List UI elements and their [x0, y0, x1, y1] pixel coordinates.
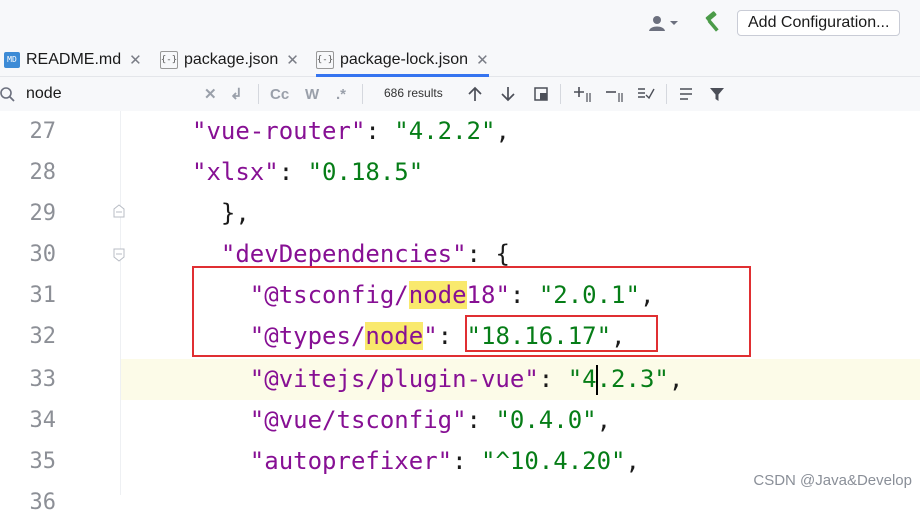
code-line: 27 "vue-router": "4.2.2", [0, 111, 920, 152]
code-editor[interactable]: 27 "vue-router": "4.2.2", 28 "xlsx": "0.… [0, 111, 920, 515]
close-icon[interactable]: ✕ [286, 51, 299, 69]
json-key: "@vitejs/plugin-vue" [192, 365, 539, 393]
line-number: 28 [29, 160, 57, 185]
divider [362, 84, 363, 104]
code-line-current: 33 "@vitejs/plugin-vue": "4.2.3", [0, 359, 920, 400]
user-icon [649, 16, 665, 31]
close-icon[interactable]: ✕ [476, 51, 489, 69]
fold-marker-icon[interactable] [111, 247, 127, 263]
fold-marker-icon[interactable] [111, 203, 127, 219]
filter-options-icon[interactable] [678, 85, 698, 103]
search-input[interactable] [26, 81, 252, 107]
json-value: .2.3" [596, 365, 669, 393]
add-occurrence-icon[interactable] [572, 85, 594, 103]
find-bar: ✕ ↲ Cc W .* 686 results [0, 77, 920, 112]
watermark: CSDN @Java&Develop [753, 472, 912, 489]
remove-occurrence-icon[interactable] [604, 85, 626, 103]
line-number: 32 [29, 324, 57, 349]
json-separator: : [278, 158, 308, 186]
divider [560, 84, 561, 104]
arrow-up-icon[interactable] [466, 85, 484, 103]
line-number: 27 [29, 119, 57, 144]
annotation-box-version [465, 315, 658, 352]
match-case-toggle[interactable]: Cc [270, 83, 289, 105]
json-separator: : [538, 365, 568, 393]
code-text: "xlsx": "0.18.5" [192, 152, 423, 193]
search-icon[interactable] [0, 86, 18, 104]
json-value: "^10.4.20" [481, 447, 626, 475]
code-line: 28 "xlsx": "0.18.5" [0, 152, 920, 193]
json-value: "0.18.5" [307, 158, 424, 186]
whole-words-toggle[interactable]: W [305, 83, 319, 105]
json-tail: , [495, 117, 510, 145]
chevron-down-icon [670, 21, 678, 25]
line-number: 35 [29, 449, 57, 474]
json-value: "0.4.0" [495, 406, 597, 434]
divider [666, 84, 667, 104]
json-separator: : [466, 406, 496, 434]
add-configuration-button[interactable]: Add Configuration... [737, 10, 901, 36]
json-value: "4 [567, 365, 597, 393]
json-value: "4.2.2" [394, 117, 496, 145]
json-file-icon: {-} [316, 50, 334, 69]
line-number: 30 [29, 242, 57, 267]
new-line-icon[interactable]: ↲ [230, 83, 243, 105]
tab-package-json[interactable]: {-} package.json ✕ [160, 43, 299, 76]
tab-label: package-lock.json [340, 50, 469, 68]
editor-tabs: MD README.md ✕ {-} package.json ✕ {-} pa… [0, 43, 920, 77]
line-number: 34 [29, 408, 57, 433]
code-line: 29 }, [0, 193, 920, 234]
code-line: 34 "@vue/tsconfig": "0.4.0", [0, 400, 920, 441]
json-tail: : { [466, 240, 510, 268]
tab-label: README.md [26, 50, 122, 68]
build-button[interactable] [700, 10, 726, 36]
tab-readme[interactable]: MD README.md ✕ [4, 43, 142, 76]
filter-icon[interactable] [708, 85, 726, 103]
close-icon[interactable]: ✕ [129, 51, 142, 69]
json-key: "vue-router" [192, 117, 366, 145]
select-all-occurrences-icon[interactable] [636, 85, 658, 103]
code-text: "vue-router": "4.2.2", [192, 111, 510, 152]
clear-search-icon[interactable]: ✕ [204, 83, 217, 105]
tab-label: package.json [184, 50, 279, 68]
markdown-file-icon: MD [4, 51, 20, 68]
code-text: }, [192, 199, 250, 227]
code-text: "autoprefixer": "^10.4.20", [192, 441, 640, 482]
json-tail: , [625, 447, 640, 475]
user-menu-button[interactable] [648, 10, 679, 36]
code-text: "@vue/tsconfig": "0.4.0", [192, 400, 611, 441]
line-number: 33 [29, 367, 57, 392]
json-key: "autoprefixer" [192, 447, 453, 475]
json-tail: , [668, 365, 684, 393]
main-toolbar: Add Configuration... [0, 0, 920, 44]
json-separator: : [452, 447, 481, 475]
regex-toggle[interactable]: .* [336, 83, 346, 105]
json-tail: , [596, 406, 612, 434]
line-number: 36 [29, 490, 57, 515]
json-key: "xlsx" [192, 158, 279, 186]
line-number: 31 [29, 283, 57, 308]
divider [258, 84, 259, 104]
arrow-down-icon[interactable] [499, 85, 517, 103]
hammer-icon [705, 11, 719, 32]
json-file-icon: {-} [160, 50, 178, 69]
search-results-count: 686 results [384, 86, 443, 100]
line-number: 29 [29, 201, 57, 226]
json-separator: : [365, 117, 395, 145]
tab-package-lock-json[interactable]: {-} package-lock.json ✕ [316, 43, 489, 77]
open-in-window-icon[interactable] [532, 85, 550, 103]
json-key: "devDependencies" [192, 240, 467, 268]
json-key: "@vue/tsconfig" [192, 406, 467, 434]
code-text: "@vitejs/plugin-vue": "4.2.3", [192, 359, 683, 400]
